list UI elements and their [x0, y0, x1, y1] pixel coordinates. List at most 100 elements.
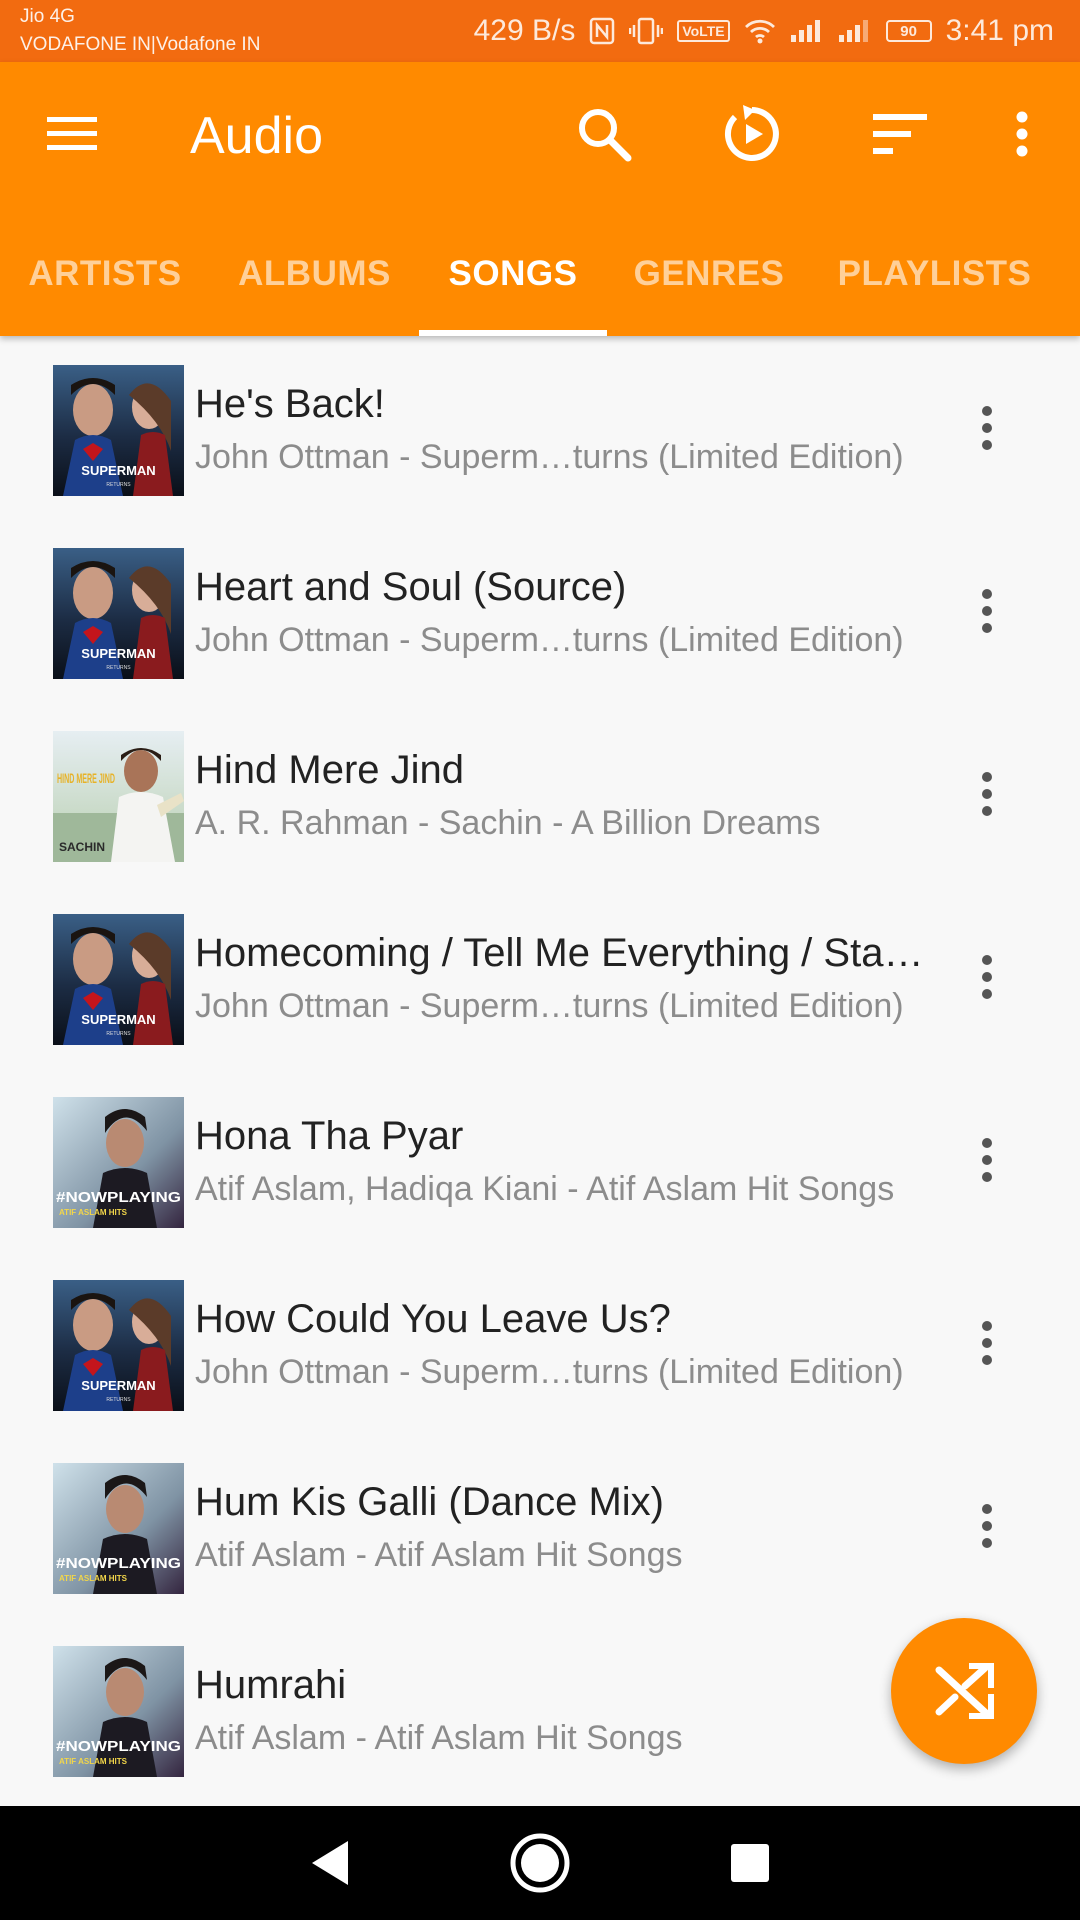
home-icon — [510, 1833, 570, 1893]
song-more-button[interactable] — [955, 1303, 1019, 1383]
nfc-icon — [589, 17, 615, 45]
song-title: Heart and Soul (Source) — [195, 565, 627, 609]
navigation-bar — [0, 1806, 1080, 1920]
more-vert-icon — [1016, 111, 1028, 157]
song-more-button[interactable] — [955, 571, 1019, 651]
sort-icon — [873, 114, 927, 154]
cover-text: SUPERMAN — [81, 463, 155, 478]
album-cover: SUPERMAN RETURNS — [53, 365, 184, 496]
song-title: Hind Mere Jind — [195, 748, 465, 792]
song-subtitle: Atif Aslam - Atif Aslam Hit Songs — [195, 1536, 683, 1574]
more-vert-icon — [982, 1138, 992, 1182]
song-title: Homecoming / Tell Me Everything / Sta… — [195, 931, 924, 975]
more-options-button[interactable] — [982, 94, 1062, 174]
signal-icon — [790, 19, 824, 43]
song-title: Humrahi — [195, 1663, 347, 1707]
more-vert-icon — [982, 1321, 992, 1365]
song-row[interactable]: SUPERMAN RETURNS Homecoming / Tell Me Ev… — [0, 885, 1080, 1068]
album-cover: #NOWPLAYING ATIF ASLAM HITS — [53, 1646, 184, 1777]
song-subtitle: John Ottman - Superm…turns (Limited Edit… — [195, 621, 904, 659]
tab-bar: ARTISTS ALBUMS SONGS GENRES PLAYLISTS — [0, 212, 1080, 336]
carrier-name-primary: Jio 4G — [20, 6, 75, 27]
home-button[interactable] — [500, 1823, 580, 1903]
song-title: He's Back! — [195, 382, 385, 426]
more-vert-icon — [982, 955, 992, 999]
song-more-button[interactable] — [955, 937, 1019, 1017]
song-row[interactable]: SUPERMAN RETURNS He's Back! John Ottman … — [0, 336, 1080, 519]
recents-icon — [731, 1844, 769, 1882]
page-title: Audio — [190, 107, 323, 165]
shuffle-button[interactable] — [891, 1618, 1037, 1764]
song-title: Hum Kis Galli (Dance Mix) — [195, 1480, 664, 1524]
search-button[interactable] — [564, 94, 644, 174]
sort-button[interactable] — [860, 94, 940, 174]
app-bar: Audio ARTISTS ALBUMS SONGS GENRES PLAYLI… — [0, 62, 1080, 336]
cover-text: SUPERMAN — [81, 646, 155, 661]
cover-text: #NOWPLAYING — [56, 1189, 181, 1206]
status-indicators: 429 B/s VoLTE 90 3:41 pm — [474, 0, 1054, 62]
tab-songs[interactable]: SONGS — [419, 212, 607, 336]
cover-text: SUPERMAN — [81, 1378, 155, 1393]
tab-artists[interactable]: ARTISTS — [0, 212, 210, 336]
resume-playback-icon — [724, 105, 779, 161]
song-subtitle: Atif Aslam - Atif Aslam Hit Songs — [195, 1719, 683, 1757]
song-subtitle: A. R. Rahman - Sachin - A Billion Dreams — [195, 804, 821, 842]
song-row[interactable]: SUPERMAN RETURNS How Could You Leave Us?… — [0, 1251, 1080, 1434]
cover-subtext: RETURNS — [106, 1031, 131, 1037]
search-icon — [579, 109, 632, 162]
volte-icon: VoLTE — [677, 20, 730, 42]
clock: 3:41 pm — [945, 14, 1054, 47]
song-title: How Could You Leave Us? — [195, 1297, 671, 1341]
cover-text: SUPERMAN — [81, 1012, 155, 1027]
tab-albums[interactable]: ALBUMS — [210, 212, 419, 336]
back-icon — [312, 1841, 348, 1885]
song-row[interactable]: HIND MERE JIND SACHIN Hind Mere Jind A. … — [0, 702, 1080, 885]
album-cover: #NOWPLAYING ATIF ASLAM HITS — [53, 1463, 184, 1594]
menu-icon — [47, 117, 97, 150]
back-button[interactable] — [290, 1823, 370, 1903]
shuffle-icon — [935, 1663, 994, 1719]
song-more-button[interactable] — [955, 1120, 1019, 1200]
song-more-button[interactable] — [955, 388, 1019, 468]
recents-button[interactable] — [710, 1823, 790, 1903]
cover-subtext: RETURNS — [106, 1397, 131, 1403]
tab-genres[interactable]: GENRES — [607, 212, 811, 336]
song-subtitle: Atif Aslam, Hadiqa Kiani - Atif Aslam Hi… — [195, 1170, 895, 1208]
song-title: Hona Tha Pyar — [195, 1114, 464, 1158]
resume-playback-button[interactable] — [712, 94, 792, 174]
album-cover: HIND MERE JIND SACHIN — [53, 731, 184, 862]
song-more-button[interactable] — [955, 754, 1019, 834]
tab-playlists[interactable]: PLAYLISTS — [811, 212, 1058, 336]
song-more-button[interactable] — [955, 1486, 1019, 1566]
more-vert-icon — [982, 406, 992, 450]
more-vert-icon — [982, 772, 992, 816]
cover-subtext: RETURNS — [106, 482, 131, 488]
network-speed: 429 B/s — [473, 14, 576, 47]
toolbar: Audio — [0, 62, 1080, 212]
cover-subtext: RETURNS — [106, 665, 131, 671]
cover-text: #NOWPLAYING — [56, 1555, 181, 1572]
battery-icon: 90 — [885, 20, 932, 42]
album-cover: #NOWPLAYING ATIF ASLAM HITS — [53, 1097, 184, 1228]
album-cover: SUPERMAN RETURNS — [53, 914, 184, 1045]
carrier-name-secondary: VODAFONE IN|Vodafone IN — [20, 34, 261, 55]
menu-button[interactable] — [32, 94, 112, 174]
song-list: SUPERMAN RETURNS He's Back! John Ottman … — [0, 336, 1080, 1800]
cover-text: SACHIN — [59, 840, 105, 854]
song-subtitle: John Ottman - Superm…turns (Limited Edit… — [195, 1353, 904, 1391]
song-row[interactable]: #NOWPLAYING ATIF ASLAM HITS Hum Kis Gall… — [0, 1434, 1080, 1617]
cover-subtext: ATIF ASLAM HITS — [59, 1574, 128, 1583]
vibrate-icon — [629, 17, 664, 45]
cover-subtext: ATIF ASLAM HITS — [59, 1208, 128, 1217]
song-row[interactable]: SUPERMAN RETURNS Heart and Soul (Source)… — [0, 519, 1080, 702]
more-vert-icon — [982, 589, 992, 633]
album-cover: SUPERMAN RETURNS — [53, 1280, 184, 1411]
song-subtitle: John Ottman - Superm…turns (Limited Edit… — [195, 438, 904, 476]
song-row[interactable]: #NOWPLAYING ATIF ASLAM HITS Hona Tha Pya… — [0, 1068, 1080, 1251]
album-cover: SUPERMAN RETURNS — [53, 548, 184, 679]
cover-subtext: ATIF ASLAM HITS — [59, 1757, 128, 1766]
cover-text: #NOWPLAYING — [56, 1738, 181, 1755]
cover-art-text: HIND MERE JIND — [57, 770, 115, 786]
signal-icon — [838, 19, 872, 43]
song-subtitle: John Ottman - Superm…turns (Limited Edit… — [195, 987, 904, 1025]
